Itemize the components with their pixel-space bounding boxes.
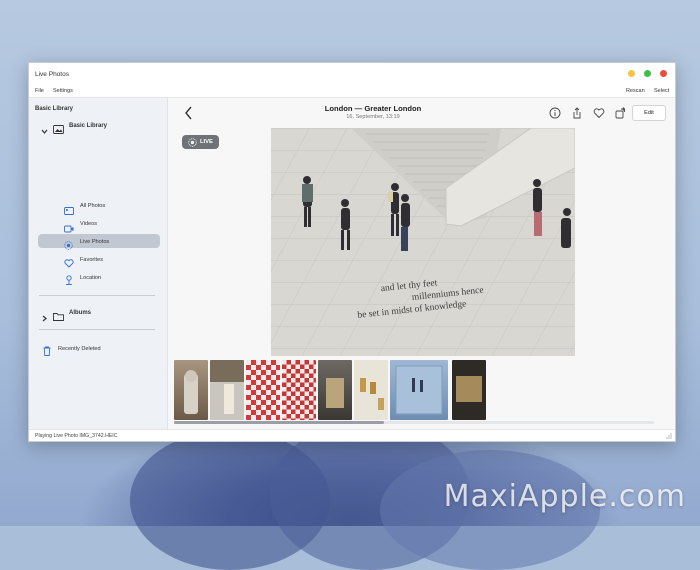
menu-file[interactable]: File: [35, 88, 44, 94]
thumbnail[interactable]: [210, 360, 244, 420]
sidebar-item-location[interactable]: Location: [80, 275, 101, 281]
close-button[interactable]: [660, 70, 667, 77]
video-icon: [64, 220, 74, 238]
sidebar-item-favorites[interactable]: Favorites: [80, 257, 103, 263]
minimize-button[interactable]: [628, 70, 635, 77]
library-icon: [53, 121, 64, 139]
sidebar: Basic Library Basic Library All Photos V…: [29, 98, 168, 430]
status-bar: Playing Live Photo IMG_3742.HEIC: [29, 429, 675, 441]
live-badge-label: LIVE: [200, 139, 213, 145]
thumbnail[interactable]: [246, 360, 280, 420]
rotate-icon: [615, 107, 626, 119]
folder-icon: [53, 308, 64, 326]
menu-settings[interactable]: Settings: [53, 88, 73, 94]
rotate-button[interactable]: [615, 106, 627, 119]
title-bar: Live Photos: [29, 63, 675, 85]
live-photo-icon: [188, 137, 197, 147]
main-photo[interactable]: and let thy feet millenniums hence be se…: [271, 128, 575, 356]
thumbnail[interactable]: [354, 360, 388, 420]
photo-title: London — Greater London: [324, 104, 422, 113]
resize-grip-icon[interactable]: [665, 432, 672, 441]
window-title: Live Photos: [35, 71, 69, 78]
thumbnail-strip: [174, 360, 654, 420]
rescan-button[interactable]: Rescan: [626, 88, 645, 94]
photos-icon: [64, 202, 74, 220]
trash-icon: [43, 343, 51, 361]
location-pin-icon: [65, 272, 73, 290]
thumbnail[interactable]: [452, 360, 486, 420]
chevron-right-icon[interactable]: [41, 309, 48, 327]
status-text: Playing Live Photo IMG_3742.HEIC: [35, 433, 118, 439]
share-icon: [573, 107, 581, 119]
heart-icon: [593, 108, 605, 119]
heart-icon: [64, 255, 74, 273]
live-photo-icon: [64, 237, 73, 255]
museum-floor-photo: and let thy feet millenniums hence be se…: [271, 128, 575, 356]
chevron-down-icon[interactable]: [41, 122, 48, 140]
live-badge[interactable]: LIVE: [182, 135, 219, 149]
thumbnail[interactable]: [174, 360, 208, 420]
sidebar-item-live-photos[interactable]: Live Photos: [80, 239, 109, 245]
info-button[interactable]: [549, 106, 561, 119]
photo-date: 16. September, 13:19: [346, 114, 400, 120]
share-button[interactable]: [571, 106, 583, 119]
thumbnail[interactable]: [390, 360, 448, 420]
edit-button[interactable]: Edit: [632, 105, 666, 121]
thumbnail[interactable]: [282, 360, 316, 420]
select-button[interactable]: Select: [654, 88, 669, 94]
sidebar-item-albums[interactable]: Albums: [69, 310, 91, 316]
photo-viewer: London — Greater London 16. September, 1…: [168, 98, 675, 430]
watermark: MaxiApple.com: [443, 479, 686, 514]
sidebar-section-title: Basic Library: [35, 106, 74, 112]
sidebar-item-all-photos[interactable]: All Photos: [80, 203, 105, 209]
menu-bar: File Settings Rescan Select: [29, 85, 675, 98]
maximize-button[interactable]: [644, 70, 651, 77]
sidebar-divider: [39, 295, 155, 296]
sidebar-item-recently-deleted[interactable]: Recently Deleted: [58, 346, 101, 352]
sidebar-item-videos[interactable]: Videos: [80, 221, 97, 227]
thumbnail-scrollbar-thumb[interactable]: [174, 421, 384, 424]
sidebar-divider: [39, 329, 155, 330]
info-icon: [549, 107, 561, 119]
favorite-button[interactable]: [593, 106, 605, 119]
app-window: Live Photos File Settings Rescan Select …: [28, 62, 676, 442]
sidebar-group-title[interactable]: Basic Library: [69, 123, 107, 129]
thumbnail[interactable]: [318, 360, 352, 420]
